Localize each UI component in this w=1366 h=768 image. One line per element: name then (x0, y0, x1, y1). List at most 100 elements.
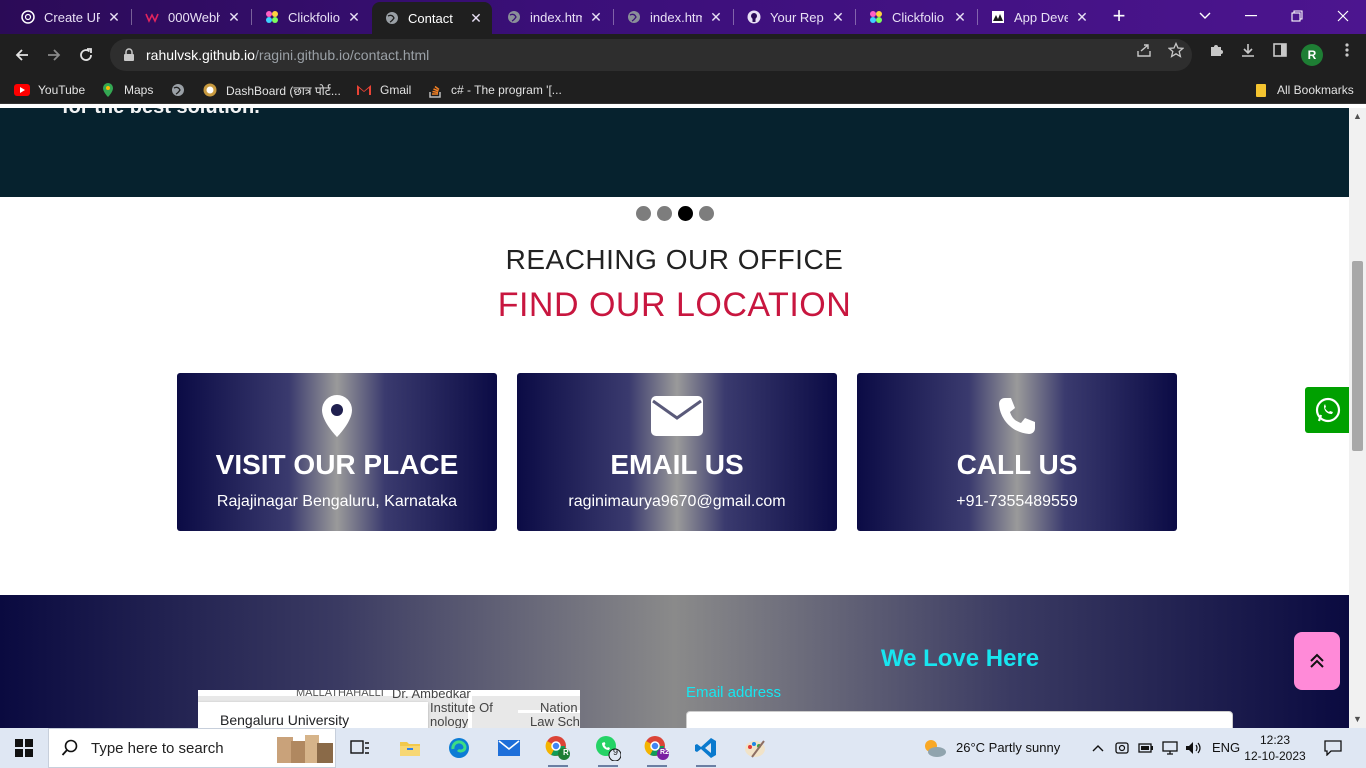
paint-button[interactable] (735, 732, 775, 764)
tab-create-up[interactable]: Create UP ✕ (8, 2, 130, 32)
tab-app-dev[interactable]: App Deve ✕ (978, 2, 1098, 32)
close-icon[interactable]: ✕ (588, 9, 604, 26)
carousel-dot[interactable] (657, 206, 672, 221)
chrome-r-button[interactable]: R (538, 732, 578, 767)
map-place-name: Bengaluru University (220, 712, 350, 728)
close-icon[interactable]: ✕ (346, 9, 362, 26)
scroll-down-arrow[interactable]: ▼ (1349, 711, 1366, 728)
clock-time: 12:23 (1259, 733, 1291, 747)
scrollbar-thumb[interactable] (1352, 261, 1363, 451)
carousel-dot[interactable] (636, 206, 651, 221)
minimize-button[interactable] (1228, 0, 1274, 32)
task-view-button[interactable] (340, 732, 380, 764)
reload-button[interactable] (72, 41, 100, 69)
chrome-r2-button[interactable]: R2 (637, 732, 677, 767)
tab-search-button[interactable] (1182, 0, 1228, 32)
tray-meet-now[interactable] (1112, 732, 1132, 764)
close-icon[interactable]: ✕ (106, 9, 122, 26)
bookmark-label: DashBoard (छात्र पोर्ट... (226, 83, 341, 98)
profile-avatar[interactable]: R (1301, 44, 1323, 66)
page-scrollbar[interactable]: ▲ ▼ (1349, 108, 1366, 728)
forward-button[interactable] (40, 41, 68, 69)
back-button[interactable] (8, 41, 36, 69)
kebab-menu-icon[interactable] (1338, 41, 1356, 59)
notifications-button[interactable] (1318, 732, 1348, 764)
tray-volume[interactable] (1184, 732, 1204, 764)
network-icon (1162, 741, 1178, 755)
language-indicator[interactable]: ENG (1212, 740, 1240, 755)
folder-icon (1253, 82, 1269, 98)
restore-button[interactable] (1274, 0, 1320, 32)
bookmark-gmail[interactable]: Gmail (356, 81, 411, 99)
bookmark-maps[interactable]: Maps (100, 81, 153, 99)
card-text[interactable]: raginimaurya9670@gmail.com (517, 493, 837, 511)
tab-title: index.htm (530, 9, 582, 25)
close-icon[interactable]: ✕ (468, 10, 484, 27)
gmail-icon (356, 82, 372, 98)
close-icon[interactable]: ✕ (1074, 9, 1090, 26)
restore-icon (1291, 10, 1303, 22)
extensions-icon[interactable] (1207, 41, 1225, 59)
globe-icon (384, 10, 400, 26)
all-bookmarks[interactable]: All Bookmarks (1253, 81, 1354, 99)
weather-text[interactable]: 26°C Partly sunny (956, 740, 1060, 755)
tab-index-2[interactable]: index.htm ✕ (614, 2, 732, 32)
close-icon[interactable]: ✕ (708, 9, 724, 26)
tab-contact[interactable]: Contact ✕ (372, 2, 492, 34)
vscode-button[interactable] (686, 732, 726, 767)
system-clock[interactable]: 12:23 12-10-2023 (1240, 732, 1310, 764)
taskbar-search[interactable]: Type here to search (48, 728, 336, 768)
bookmark-youtube[interactable]: YouTube (14, 81, 85, 99)
download-icon[interactable] (1239, 41, 1257, 59)
scroll-up-arrow[interactable]: ▲ (1349, 108, 1366, 125)
whatsapp-button[interactable]: 9 (588, 732, 628, 767)
bookmark-star-icon[interactable] (1167, 41, 1185, 59)
tab-clickfolio[interactable]: Clickfolio ✕ (252, 2, 370, 32)
card-text[interactable]: +91-7355489559 (857, 493, 1177, 511)
bookmark-globe[interactable] (170, 81, 194, 99)
tab-000webhost[interactable]: 000Webho ✕ (132, 2, 250, 32)
tray-network[interactable] (1160, 732, 1180, 764)
youtube-icon (14, 82, 30, 98)
form-title: We Love Here (880, 645, 1040, 672)
bookmark-dashboard[interactable]: DashBoard (छात्र पोर्ट... (202, 81, 341, 99)
tab-your-repo[interactable]: Your Repo ✕ (734, 2, 854, 32)
file-explorer-button[interactable] (390, 732, 430, 764)
side-panel-icon[interactable] (1271, 41, 1289, 59)
email-card: EMAIL US raginimaurya9670@gmail.com (517, 373, 837, 531)
bookmark-stackoverflow[interactable]: c# - The program '[... (427, 81, 562, 99)
scroll-to-top-button[interactable] (1294, 632, 1340, 690)
chevron-down-icon (1199, 12, 1211, 19)
email-input[interactable] (686, 711, 1233, 728)
arrow-right-icon (48, 49, 61, 61)
new-tab-button[interactable]: + (1105, 4, 1133, 30)
minimize-icon (1245, 15, 1257, 17)
embedded-map[interactable]: MALLATHAHALLI Dr. Ambedkar Institute Of … (198, 690, 580, 728)
carousel-dot-active[interactable] (678, 206, 693, 221)
close-window-button[interactable] (1320, 0, 1366, 32)
edge-button[interactable] (439, 732, 479, 764)
close-icon[interactable]: ✕ (952, 9, 968, 26)
start-button[interactable] (0, 728, 48, 768)
close-icon[interactable]: ✕ (226, 9, 242, 26)
mail-button[interactable] (489, 732, 529, 764)
search-highlight-icon (277, 735, 333, 763)
tab-clickfolio-2[interactable]: Clickfolio ✕ (856, 2, 976, 32)
url-path: /ragini.github.io/contact.html (254, 47, 430, 63)
tab-title: 000Webho (168, 9, 220, 25)
tab-index-1[interactable]: index.htm ✕ (494, 2, 612, 32)
whatsapp-float-button[interactable] (1305, 387, 1349, 433)
whatsapp-icon (1315, 397, 1341, 423)
address-bar[interactable]: rahulvsk.github.io/ragini.github.io/cont… (110, 39, 1192, 71)
contact-form-section: We Love Here Email address MALLATHAHALLI… (0, 595, 1349, 728)
dashboard-icon (202, 82, 218, 98)
map-label: nology (430, 714, 469, 728)
share-icon[interactable] (1135, 41, 1153, 59)
close-icon[interactable]: ✕ (830, 9, 846, 26)
tray-overflow-chevron[interactable] (1088, 732, 1108, 764)
tray-battery[interactable] (1136, 732, 1156, 764)
bookmark-label: YouTube (38, 83, 86, 97)
carousel-dot[interactable] (699, 206, 714, 221)
location-pin-icon (177, 393, 497, 439)
weather-widget-icon[interactable] (918, 732, 952, 764)
